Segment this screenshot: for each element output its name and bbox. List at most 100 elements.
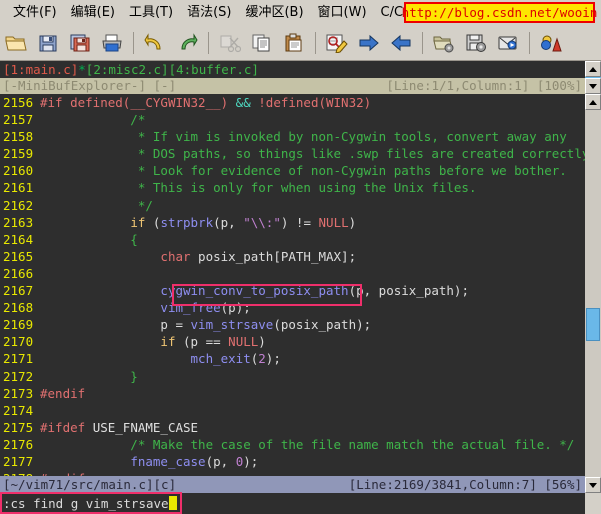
code-line-text: { [40,231,585,248]
code-token: (posix_path); [273,317,371,332]
redo-icon[interactable] [172,28,202,58]
minibuf-scroll-track[interactable] [585,77,601,78]
editor-scroll-down-button[interactable] [585,477,601,493]
code-token: (p, posix_path); [349,283,469,298]
undo-icon[interactable] [140,28,170,58]
save-session-icon[interactable] [461,28,491,58]
code-line[interactable]: 2177 fname_case(p, 0); [0,453,585,470]
code-token [40,454,130,469]
code-line-text: if (strpbrk(p, "\\:") != NULL) [40,214,585,231]
save-icon[interactable] [33,28,63,58]
code-line[interactable]: 2169 p = vim_strsave(posix_path); [0,316,585,333]
editor-scroll-thumb[interactable] [586,308,600,341]
chevron-down-icon [589,483,597,488]
code-token: #endif [40,386,85,401]
save-all-icon[interactable] [65,28,95,58]
code-line[interactable]: 2164 { [0,231,585,248]
code-token: * If vim is invoked by non-Cygwin tools,… [40,129,567,144]
make-icon[interactable] [536,28,566,58]
code-line[interactable]: 2171 mch_exit(2); [0,350,585,367]
code-line[interactable]: 2156#if defined(__CYGWIN32__) && !define… [0,94,585,111]
copy-icon[interactable] [247,28,277,58]
code-line[interactable]: 2163 if (strpbrk(p, "\\:") != NULL) [0,214,585,231]
menu-syntax[interactable]: 语法(S) [180,3,238,23]
code-line[interactable]: 2168 vim_free(p); [0,299,585,316]
run-script-icon[interactable] [493,28,523,58]
code-token: (p, [213,215,243,230]
code-token [40,249,160,264]
statusline-file-path: [~/vim71/src/main.c][c] [3,476,176,493]
code-line-text: /* [40,111,585,128]
code-token: !defined(WIN32) [258,95,371,110]
command-line[interactable]: :cs find g vim_strsave [0,493,585,514]
code-line[interactable]: 2175#ifdef USE_FNAME_CASE [0,419,585,436]
line-number: 2171 [0,350,40,367]
code-line[interactable]: 2174 [0,402,585,419]
code-line[interactable]: 2173#endif [0,385,585,402]
code-token: /* [40,112,145,127]
previous-icon[interactable] [386,28,416,58]
code-line[interactable]: 2161 * This is only for when using the U… [0,179,585,196]
line-number: 2168 [0,299,40,316]
line-number: 2157 [0,111,40,128]
minibuf-scroll-up-button[interactable] [585,61,601,77]
next-icon[interactable] [354,28,384,58]
print-icon[interactable] [97,28,127,58]
minibuf-scroll-down-button[interactable] [585,78,601,94]
code-token: if [160,334,175,349]
buffer-tab-buffer-c[interactable]: [4:buffer.c] [169,62,259,77]
find-replace-icon[interactable] [322,28,352,58]
url-annotation-box: http://blog.csdn.net/wooin [404,2,595,23]
editor-scroll-track[interactable] [585,110,601,477]
menu-tools[interactable]: 工具(T) [122,3,180,23]
buffer-tab-main-c[interactable]: [1:main.c] [3,62,78,77]
code-token [40,283,160,298]
cut-icon[interactable] [215,28,245,58]
paste-icon[interactable] [279,28,309,58]
code-line[interactable]: 2160 * Look for evidence of non-Cygwin p… [0,162,585,179]
line-number: 2167 [0,282,40,299]
code-line[interactable]: 2159 * DOS paths, so things like .swp fi… [0,145,585,162]
code-line-text: if (p == NULL) [40,333,585,350]
editor-scrollbar[interactable] [585,94,601,493]
code-line-text: #endif [40,385,585,402]
minibuf-scrollbar[interactable] [585,61,601,94]
line-number: 2176 [0,436,40,453]
buffer-tab-misc2-c[interactable]: [2:misc2.c] [86,62,169,77]
code-line[interactable]: 2165 char posix_path[PATH_MAX]; [0,248,585,265]
code-line[interactable]: 2158 * If vim is invoked by non-Cygwin t… [0,128,585,145]
editor-scroll-up-button[interactable] [585,94,601,110]
code-token: vim_free [160,300,220,315]
code-token: defined(__CYGWIN32__) [70,95,228,110]
code-line[interactable]: 2176 /* Make the case of the file name m… [0,436,585,453]
open-folder-icon[interactable] [1,28,31,58]
url-annotation-text: http://blog.csdn.net/wooin [402,5,598,20]
code-line[interactable]: 2162 */ [0,197,585,214]
code-token: 2 [258,351,266,366]
code-token: if [130,215,145,230]
menu-buffers[interactable]: 缓冲区(B) [238,3,310,23]
code-line-text: #ifdef USE_FNAME_CASE [40,419,585,436]
code-token: ) [258,334,266,349]
minibuf-status-left: [-MiniBufExplorer-] [-] [3,78,176,94]
statusline-position: [Line:2169/3841,Column:7] [56%] [349,476,582,493]
code-line[interactable]: 2170 if (p == NULL) [0,333,585,350]
code-line-text: char posix_path[PATH_MAX]; [40,248,585,265]
code-line[interactable]: 2172 } [0,368,585,385]
code-token: NULL [319,215,349,230]
menu-file[interactable]: 文件(F) [6,3,64,23]
code-editor-area[interactable]: 2156#if defined(__CYGWIN32__) && !define… [0,94,585,476]
code-line[interactable]: 2166 [0,265,585,282]
minibuf-scroll-thumb[interactable] [585,77,601,78]
code-line[interactable]: 2157 /* [0,111,585,128]
minibuf-explorer-buffers[interactable]: [1:main.c]*[2:misc2.c][4:buffer.c] [0,61,585,78]
line-number: 2166 [0,265,40,282]
code-token: */ [40,198,153,213]
code-line[interactable]: 2167 cygwin_conv_to_posix_path(p, posix_… [0,282,585,299]
code-token: NULL [228,334,258,349]
menu-window[interactable]: 窗口(W) [311,3,374,23]
toolbar-separator [208,32,209,54]
load-session-icon[interactable] [429,28,459,58]
buffer-modified-marker: * [78,62,86,77]
menu-edit[interactable]: 编辑(E) [64,3,122,23]
